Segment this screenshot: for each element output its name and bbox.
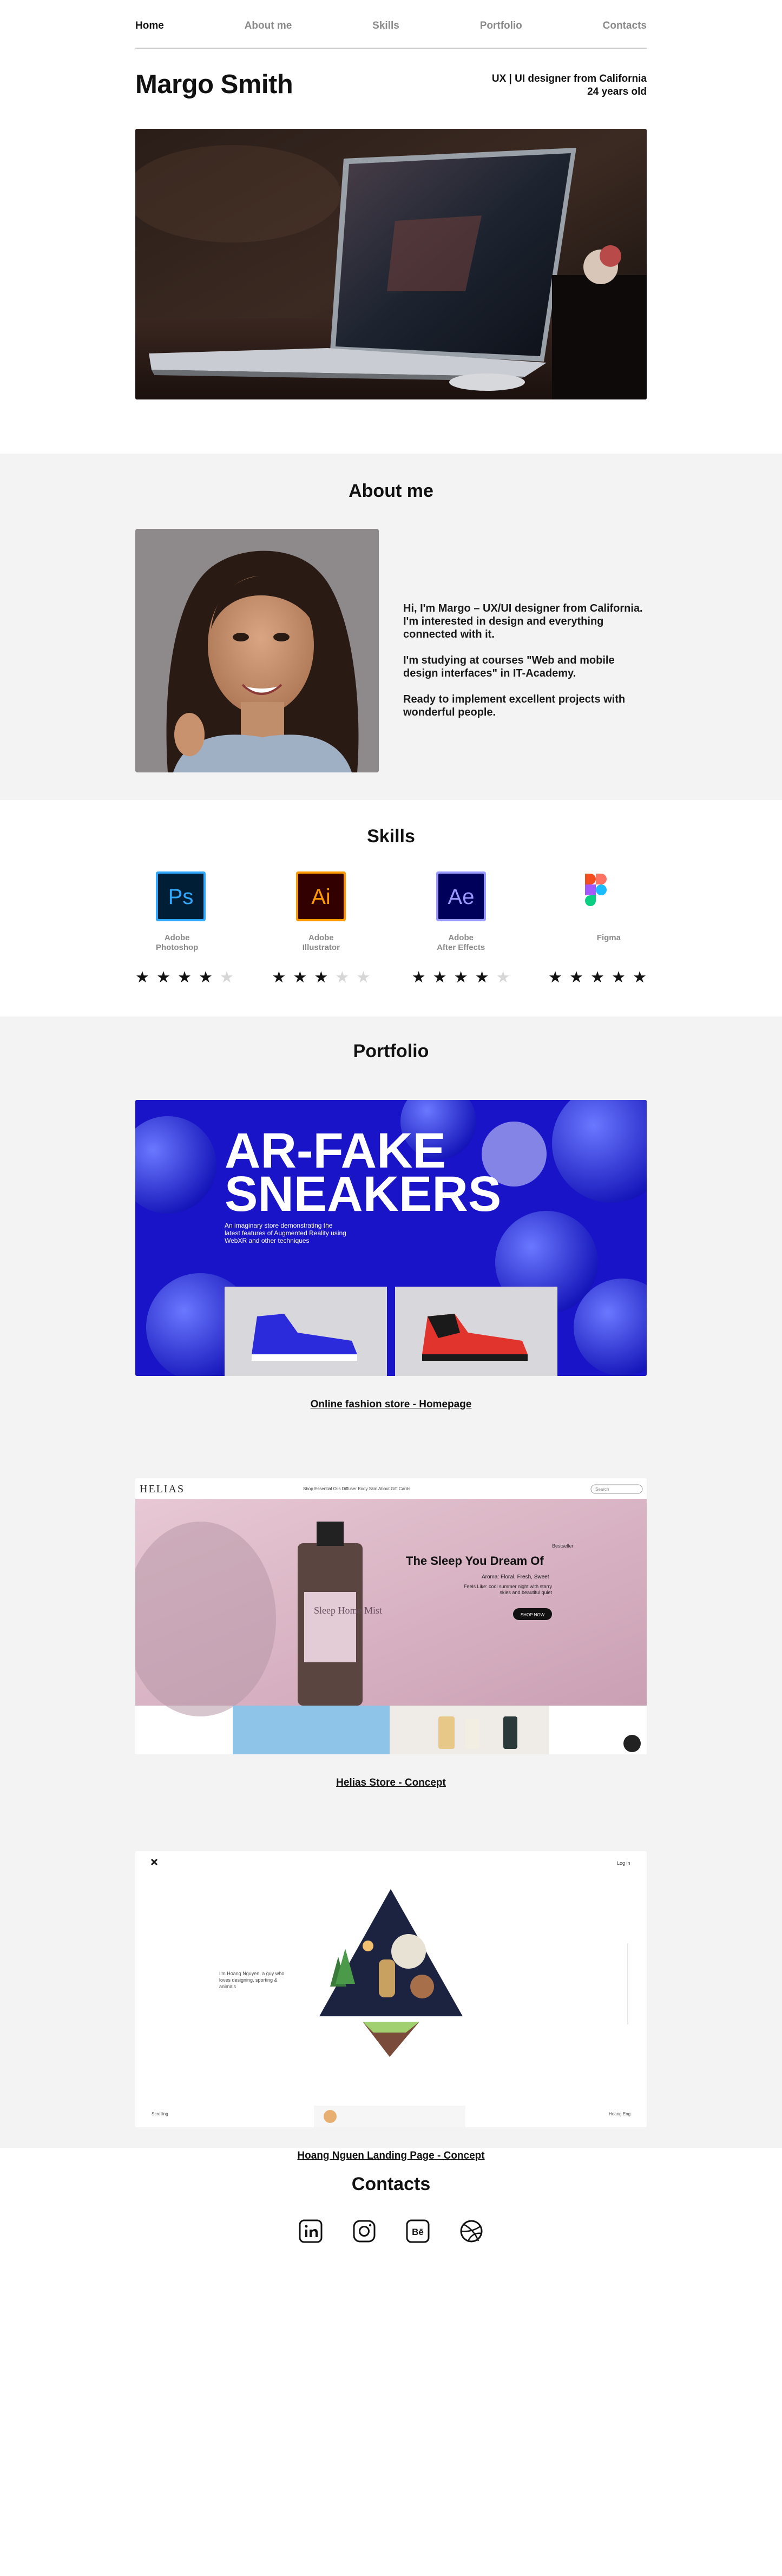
skill-name: Adobe After Effects <box>437 933 485 952</box>
nav-about[interactable]: About me <box>245 20 292 32</box>
hero-header: Margo Smith UX | UI designer from Califo… <box>135 69 647 113</box>
star-filled-icon: ★ <box>199 969 213 986</box>
project-blurb: An imaginary store demonstrating the lat… <box>225 1222 346 1244</box>
svg-text:Ae: Ae <box>448 885 474 909</box>
rating-stars: ★ ★ ★ ★ ★ <box>412 970 510 986</box>
helias-logo: HELIAS <box>140 1483 185 1495</box>
contacts-title: Contacts <box>351 2174 431 2194</box>
star-filled-icon: ★ <box>272 969 286 986</box>
star-filled-icon: ★ <box>590 969 604 986</box>
star-filled-icon: ★ <box>611 969 626 986</box>
skill-name: Adobe Illustrator <box>302 933 340 952</box>
rating-stars: ★ ★ ★ ★ ★ <box>548 970 647 986</box>
skills-section: Skills Ps Adobe Photoshop ★ ★ ★ ★ ★ Ai Adobe… <box>0 800 782 1017</box>
star-filled-icon: ★ <box>178 969 192 986</box>
project-card: Log in I'm Hoang Nguyen, a guy who loves… <box>135 1851 647 2162</box>
rating-stars: ★ ★ ★ ★ ★ <box>135 970 234 986</box>
project-headline: SNEAKERS <box>225 1166 501 1222</box>
svg-text:Ps: Ps <box>168 885 194 909</box>
about-text: Hi, I'm Margo – UX/UI designer from Cali… <box>403 569 647 732</box>
helias-headline: The Sleep You Dream Of <box>406 1554 544 1568</box>
skill-photoshop: Ps Adobe Photoshop ★ ★ ★ ★ ★ <box>135 871 234 986</box>
hero-role: UX | UI designer from California <box>491 73 647 84</box>
nav-portfolio[interactable]: Portfolio <box>480 20 522 32</box>
helias-bottle-label: Sleep Home Mist <box>314 1605 382 1616</box>
skill-name: Adobe Photoshop <box>156 933 199 952</box>
about-title: About me <box>349 481 433 501</box>
social-links: Bē <box>135 2219 647 2243</box>
about-paragraph: Ready to implement excellent projects wi… <box>403 693 626 718</box>
skill-figma: Figma ★ ★ ★ ★ ★ <box>548 871 647 986</box>
skill-after-effects: Ae Adobe After Effects ★ ★ ★ ★ ★ <box>412 871 510 986</box>
svg-text:Bē: Bē <box>412 2227 424 2237</box>
instagram-icon[interactable] <box>352 2219 376 2243</box>
behance-icon[interactable]: Bē <box>406 2219 430 2243</box>
helias-desc: Feels Like: cool summer night with starr… <box>463 1584 552 1595</box>
star-empty-icon: ★ <box>220 969 234 986</box>
contacts-section: Contacts Bē <box>0 2148 782 2576</box>
star-filled-icon: ★ <box>314 969 328 986</box>
hero-age: 24 years old <box>587 86 647 97</box>
project-thumbnail[interactable]: Log in I'm Hoang Nguyen, a guy who loves… <box>135 1851 647 2127</box>
star-filled-icon: ★ <box>632 969 647 986</box>
helias-search: Search <box>595 1487 609 1492</box>
project-link[interactable]: Helias Store - Concept <box>135 1777 647 1789</box>
star-filled-icon: ★ <box>454 969 468 986</box>
skill-illustrator: Ai Adobe Illustrator ★ ★ ★ ★ ★ <box>272 871 370 986</box>
helias-kicker: Bestseller <box>552 1543 574 1549</box>
skills-title: Skills <box>367 826 415 847</box>
star-filled-icon: ★ <box>135 969 149 986</box>
nav-contacts[interactable]: Contacts <box>603 20 647 32</box>
hero-name: Margo Smith <box>135 70 293 99</box>
linkedin-icon[interactable] <box>299 2219 323 2243</box>
hoang-login: Log in <box>617 1860 630 1866</box>
portfolio-title: Portfolio <box>353 1041 429 1061</box>
helias-menu: Shop Essential Oils Diffuser Body Skin A… <box>303 1486 410 1491</box>
svg-text:Ai: Ai <box>312 885 331 909</box>
star-empty-icon: ★ <box>335 969 350 986</box>
helias-aroma: Aroma: Floral, Fresh, Sweet <box>482 1574 549 1580</box>
dribbble-icon[interactable] <box>459 2219 483 2243</box>
star-filled-icon: ★ <box>475 969 489 986</box>
star-filled-icon: ★ <box>548 969 562 986</box>
figma-icon <box>584 874 607 906</box>
project-link[interactable]: Online fashion store - Homepage <box>135 1399 647 1411</box>
star-filled-icon: ★ <box>432 969 447 986</box>
project-card: AR-FAKE SNEAKERS An imaginary store demo… <box>135 1100 647 1411</box>
nav-skills[interactable]: Skills <box>372 20 399 32</box>
top-nav: Home About me Skills Portfolio Contacts <box>135 0 647 49</box>
star-filled-icon: ★ <box>411 969 426 986</box>
project-thumbnail[interactable]: AR-FAKE SNEAKERS An imaginary store demo… <box>135 1100 647 1376</box>
hero-meta: UX | UI designer from California 24 year… <box>492 69 647 99</box>
project-card: HELIAS Shop Essential Oils Diffuser Body… <box>135 1478 647 1789</box>
photoshop-icon: Ps <box>156 871 206 921</box>
skill-name: Figma <box>596 933 621 942</box>
illustrator-icon: Ai <box>296 871 346 921</box>
after-effects-icon: Ae <box>436 871 486 921</box>
star-empty-icon: ★ <box>496 969 510 986</box>
project-thumbnail[interactable]: HELIAS Shop Essential Oils Diffuser Body… <box>135 1478 647 1754</box>
hero-laptop-image <box>135 129 647 399</box>
rating-stars: ★ ★ ★ ★ ★ <box>272 970 370 986</box>
about-section: About me Hi, I'm Margo – UX/UI designer … <box>0 454 782 800</box>
hoang-footer-right: Hoang Eng <box>609 2112 630 2116</box>
hoang-intro: I'm Hoang Nguyen, a guy who loves design… <box>219 1971 285 1989</box>
nav-home[interactable]: Home <box>135 20 164 32</box>
about-paragraph: I'm studying at courses "Web and mobile … <box>403 654 615 679</box>
profile-photo <box>135 529 379 772</box>
project-link[interactable]: Hoang Nguen Landing Page - Concept <box>135 2150 647 2162</box>
star-empty-icon: ★ <box>356 969 371 986</box>
star-filled-icon: ★ <box>156 969 170 986</box>
helias-cta: SHOP NOW <box>521 1613 545 1617</box>
portfolio-section: Portfolio AR-FAKE SNEAKERS An imaginary … <box>0 1017 782 2161</box>
hoang-footer-left: Scrolling <box>152 2112 168 2116</box>
about-paragraph: Hi, I'm Margo – UX/UI designer from Cali… <box>403 602 643 640</box>
star-filled-icon: ★ <box>569 969 583 986</box>
star-filled-icon: ★ <box>293 969 307 986</box>
